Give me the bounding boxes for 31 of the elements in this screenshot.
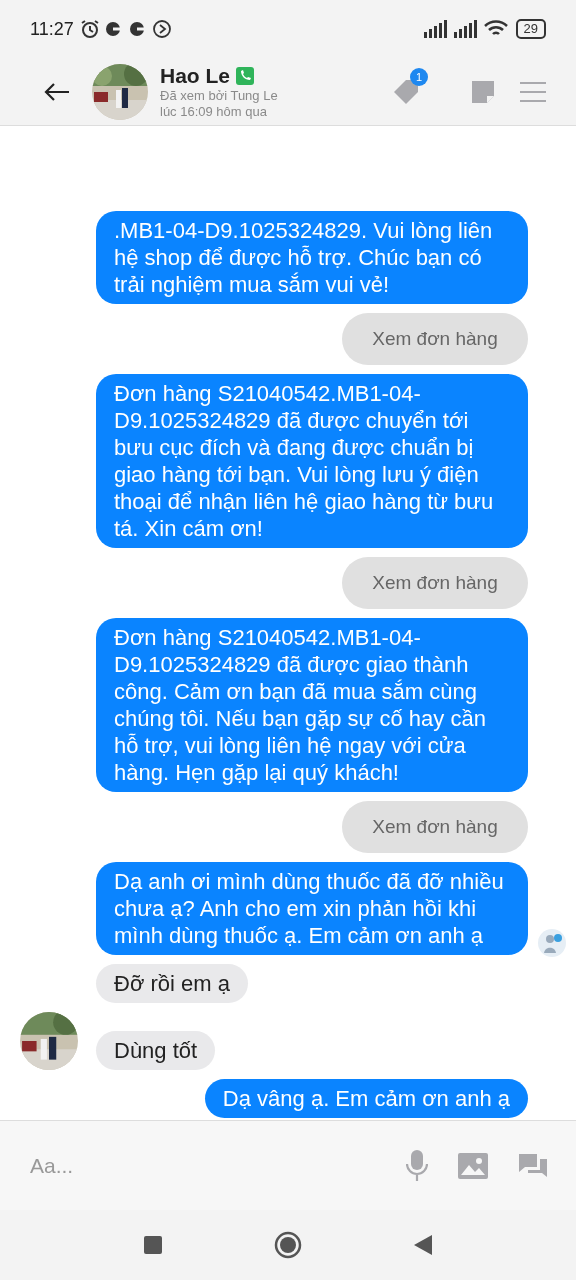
back-icon[interactable]: [414, 1235, 432, 1255]
menu-icon[interactable]: [520, 80, 546, 103]
contact-name: Hao Le: [160, 63, 230, 88]
alarm-icon: [79, 19, 100, 39]
message-bubble: Đỡ rồi em ạ: [96, 964, 248, 1003]
phone-icon: [236, 66, 254, 85]
view-order-button[interactable]: Xem đơn hàng: [342, 557, 528, 609]
signal-icon: [423, 20, 450, 38]
image-icon[interactable]: [458, 1152, 488, 1179]
signal-icon: [453, 20, 480, 38]
message-bubble: Đơn hàng S21040542.MB1-04-D9.1025324829 đã được giao thành công. Cảm ơn bạn đã mua sắm cùng chúng tôi. Nếu bạn gặp sự cố hay cần hỗ trợ, vui lòng liên hệ ngay với cửa hàng. Hẹn gặp lại quý khách!: [96, 618, 528, 792]
status-time: 11:27: [30, 18, 74, 40]
recent-apps-icon[interactable]: [144, 1236, 162, 1254]
message-bubble: Dạ anh ơi mình dùng thuốc đã đỡ nhiều chưa ạ? Anh cho em xin phản hồi khi mình dùng thuốc ạ. Em cảm ơn anh ạ: [96, 862, 528, 955]
play-circle-icon: [151, 19, 172, 39]
message-bubble: Dạ vâng ạ. Em cảm ơn anh ạ: [204, 1079, 528, 1118]
chat-icon[interactable]: [518, 1151, 548, 1180]
seen-status: Đã xem bởi Tung Le: [160, 87, 278, 104]
view-order-button[interactable]: Xem đơn hàng: [342, 801, 528, 853]
battery-indicator: 29: [515, 19, 546, 39]
seen-time: lúc 16:09 hôm qua: [160, 103, 268, 120]
notification-badge: 1: [410, 67, 428, 86]
home-icon[interactable]: [274, 1231, 302, 1259]
view-order-button[interactable]: Xem đơn hàng: [342, 313, 528, 365]
message-bubble: Đơn hàng S21040542.MB1-04-D9.1025324829 đã được chuyển tới bưu cục đích và đang được chuẩn bị giao hàng tới bạn. Vui lòng lưu ý điện thoại để nhận liên hệ giao hàng từ bưu tá. Xin cám ơn!: [96, 374, 528, 548]
message-bubble: Dùng tốt: [96, 1031, 216, 1070]
message-bubble: .MB1-04-D9.1025324829. Vui lòng liên hệ shop để được hỗ trợ. Chúc bạn có trải nghiệm mua sắm vui vẻ!: [96, 211, 528, 304]
message-input[interactable]: Aa...: [28, 1152, 376, 1179]
note-icon[interactable]: [470, 78, 496, 105]
back-arrow-icon[interactable]: [44, 81, 70, 102]
microphone-icon[interactable]: [406, 1149, 428, 1182]
